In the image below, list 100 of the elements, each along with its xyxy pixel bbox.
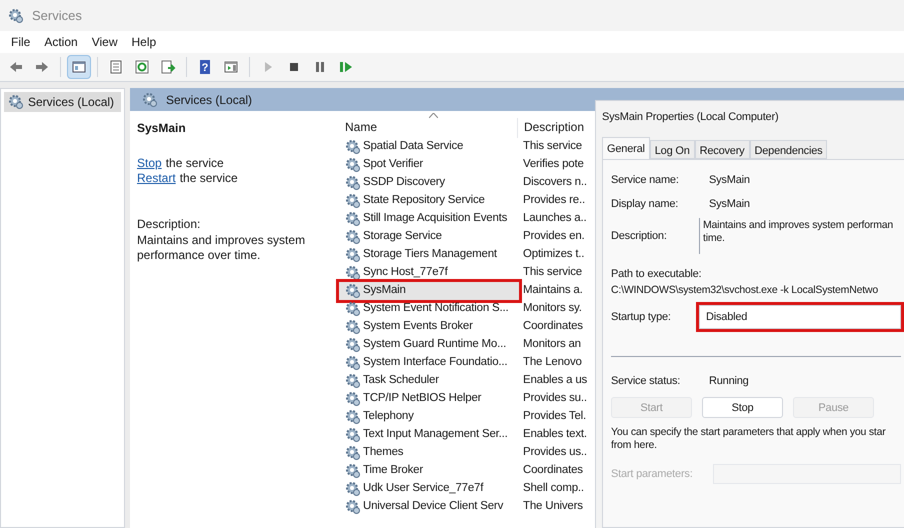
service-row-name[interactable]: SysMain <box>339 282 519 300</box>
service-row-name[interactable]: Storage Service <box>339 228 519 246</box>
service-row-name[interactable]: System Guard Runtime Mo... <box>339 336 519 354</box>
service-row-name[interactable]: Spot Verifier <box>339 156 519 174</box>
gear-icon <box>345 139 361 155</box>
service-control-button[interactable]: Stop <box>702 397 783 418</box>
dialog-tab[interactable]: Recovery <box>694 140 750 159</box>
service-name: System Events Broker <box>363 319 473 334</box>
service-row-name[interactable]: Universal Device Client Serv <box>339 498 519 516</box>
gear-icon <box>345 499 361 515</box>
service-description: Provides re.. <box>522 193 585 208</box>
service-row-name[interactable]: TCP/IP NetBIOS Helper <box>339 390 519 408</box>
gear-icon <box>345 427 361 443</box>
service-row-name[interactable]: Text Input Management Ser... <box>339 426 519 444</box>
field-label: Service status: <box>611 374 682 389</box>
menu-item[interactable]: Action <box>44 33 78 51</box>
service-name: Themes <box>363 445 404 460</box>
service-name: Spot Verifier <box>363 157 424 172</box>
tree-item[interactable]: Services (Local) <box>4 92 121 112</box>
service-row-name[interactable]: Still Image Acquisition Events <box>339 210 519 228</box>
service-name: Sync Host_77e7f <box>363 265 448 280</box>
gear-icon <box>345 157 361 173</box>
path-text: C:\WINDOWS\system32\svchost.exe -k LocalSystemNetwo <box>611 282 878 298</box>
service-row-name[interactable]: System Interface Foundatio... <box>339 354 519 372</box>
service-description: The Lenovo <box>522 355 582 370</box>
menu-item[interactable]: File <box>11 33 30 51</box>
gear-icon <box>345 175 361 191</box>
service-description: Provides us.. <box>522 445 587 460</box>
service-description: Launches a.. <box>522 211 586 226</box>
dialog-tab[interactable]: Dependencies <box>750 140 828 159</box>
service-row-name[interactable]: System Events Broker <box>339 318 519 336</box>
gear-icon <box>8 94 24 110</box>
service-name: Telephony <box>363 409 414 424</box>
gear-icon <box>345 391 361 407</box>
service-description: This service <box>522 265 582 280</box>
action-link[interactable]: Restart <box>137 168 176 186</box>
service-name: State Repository Service <box>363 193 485 208</box>
service-row-name[interactable]: Spatial Data Service <box>339 138 519 156</box>
help-button[interactable]: ? <box>193 55 217 79</box>
service-description: Provides en. <box>522 229 585 244</box>
menu-item[interactable]: Help <box>132 33 156 51</box>
column-header[interactable]: Name <box>339 118 518 138</box>
help-icon: ? <box>197 59 213 75</box>
dialog-tab[interactable]: Log On <box>650 140 695 159</box>
startup-type-dropdown[interactable]: Disabled <box>699 305 901 330</box>
service-row-name[interactable]: Themes <box>339 444 519 462</box>
service-description: Coordinates <box>522 319 583 334</box>
service-description: Enables a us <box>522 373 588 388</box>
service-description: Optimizes t.. <box>522 247 584 262</box>
service-name: Time Broker <box>363 463 423 478</box>
service-row-name[interactable]: SSDP Discovery <box>339 174 519 192</box>
back-arrow-icon <box>8 59 24 75</box>
service-row-name[interactable]: Udk User Service_77e7f <box>339 480 519 498</box>
export-list-icon <box>160 59 176 75</box>
app-icon <box>8 8 24 24</box>
gear-icon <box>345 283 361 299</box>
dialog-title: SysMain Properties (Local Computer) <box>602 110 780 125</box>
service-row-name[interactable]: Sync Host_77e7f <box>339 264 519 282</box>
service-row-name[interactable]: Telephony <box>339 408 519 426</box>
action-link[interactable]: Stop <box>137 154 162 172</box>
service-description: Enables text. <box>522 427 587 442</box>
pane-header-title: Services (Local) <box>166 92 252 108</box>
gear-icon <box>345 373 361 389</box>
hint-text: You can specify the start parameters that apply when you star from here. <box>611 426 886 452</box>
gear-icon <box>345 247 361 263</box>
service-description: Provides su.. <box>522 391 587 406</box>
service-row-name[interactable]: System Event Notification S... <box>339 300 519 318</box>
dialog-tab[interactable]: General <box>602 137 650 159</box>
gear-icon <box>345 193 361 209</box>
gear-icon <box>345 319 361 335</box>
refresh-icon <box>134 59 150 75</box>
field-label: Startup type: <box>611 310 672 325</box>
service-description: The Univers <box>522 499 583 514</box>
service-row-name[interactable]: Storage Tiers Management <box>339 246 519 264</box>
service-description: Maintains a. <box>522 283 583 298</box>
service-row-name[interactable]: Time Broker <box>339 462 519 480</box>
gear-icon <box>345 301 361 317</box>
service-name: Text Input Management Ser... <box>363 427 508 442</box>
field-value: SysMain <box>709 196 750 212</box>
service-description: Discovers n.. <box>522 175 587 190</box>
console-tree-button[interactable] <box>67 55 91 79</box>
description-text: Maintains and improves system performance over time. <box>137 233 306 263</box>
service-row-name[interactable]: State Repository Service <box>339 192 519 210</box>
service-description: Monitors sy. <box>522 301 582 316</box>
service-description: Monitors an <box>522 337 581 352</box>
service-name: System Event Notification S... <box>363 301 508 316</box>
field-value: Running <box>709 374 749 389</box>
gear-icon <box>345 463 361 479</box>
service-description: Shell comp.. <box>522 481 584 496</box>
gear-icon <box>142 92 158 108</box>
service-description: Coordinates <box>522 463 583 478</box>
service-name: Udk User Service_77e7f <box>363 481 484 496</box>
action-text: the service <box>166 154 224 172</box>
service-row-name[interactable]: Task Scheduler <box>339 372 519 390</box>
service-name: System Interface Foundatio... <box>363 355 508 370</box>
service-name: Storage Service <box>363 229 442 244</box>
gear-icon <box>345 481 361 497</box>
menu-item[interactable]: View <box>92 33 118 51</box>
column-header[interactable]: Description <box>518 118 590 138</box>
tree-label: Services (Local) <box>28 94 114 111</box>
